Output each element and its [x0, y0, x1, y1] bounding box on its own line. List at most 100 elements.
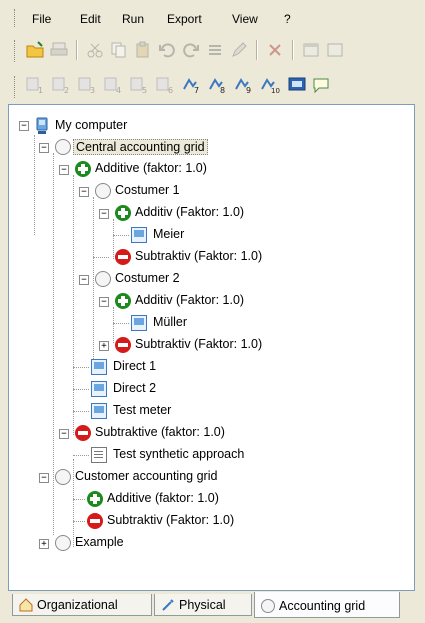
svg-text:5: 5: [142, 86, 147, 94]
tree-line: [113, 307, 114, 343]
meter-type-9-icon[interactable]: 9: [234, 76, 252, 95]
svg-text:7: 7: [194, 86, 199, 94]
meter-type-5-icon[interactable]: 5: [130, 76, 148, 95]
delete-icon[interactable]: [266, 41, 284, 59]
open-folder-icon[interactable]: [26, 41, 44, 59]
tree-node-c2-additiv[interactable]: Additiv (Faktor: 1.0): [135, 293, 244, 307]
meter-type-7-icon[interactable]: 7: [182, 76, 200, 95]
tab-physical-label: Physical: [179, 598, 226, 612]
collapse-toggle[interactable]: −: [19, 121, 29, 131]
tree-line: [34, 135, 35, 235]
undo-icon[interactable]: [158, 41, 176, 59]
comment-icon[interactable]: [312, 76, 330, 94]
tree-node-costumer-1[interactable]: Costumer 1: [115, 183, 180, 197]
tree-node-direct-2[interactable]: Direct 2: [113, 381, 156, 395]
tree-node-example[interactable]: Example: [75, 535, 124, 549]
collapse-toggle[interactable]: −: [59, 165, 69, 175]
tree-node-test-meter[interactable]: Test meter: [113, 403, 171, 417]
grid-circle-icon: [55, 139, 71, 155]
meter-icon: [131, 315, 147, 331]
tree-node-cg-subtraktiv[interactable]: Subtraktiv (Faktor: 1.0): [107, 513, 234, 527]
tree-node-mueller[interactable]: Müller: [153, 315, 187, 329]
align-icon[interactable]: [206, 41, 224, 59]
edit-icon[interactable]: [230, 41, 248, 59]
meter-type-8-icon[interactable]: 8: [208, 76, 226, 95]
tree-node-central-accounting-grid[interactable]: Central accounting grid: [73, 139, 208, 155]
collapse-toggle[interactable]: −: [39, 143, 49, 153]
meter-type-2-icon[interactable]: 2: [52, 76, 70, 95]
tree-node-subtraktive[interactable]: Subtraktive (faktor: 1.0): [95, 425, 225, 439]
svg-text:4: 4: [116, 86, 121, 94]
tree-node-cg-additive[interactable]: Additive (faktor: 1.0): [107, 491, 219, 505]
menu-export[interactable]: Export: [167, 12, 202, 26]
grid-circle-icon: [55, 535, 71, 551]
menu-bar: File Edit Run Export View ?: [0, 0, 425, 32]
tree-line: [73, 389, 89, 390]
menu-edit[interactable]: Edit: [80, 12, 101, 26]
tree-line: [73, 455, 89, 456]
svg-text:3: 3: [90, 86, 95, 94]
tree-line: [93, 197, 94, 365]
menu-grip[interactable]: [14, 9, 18, 27]
meter-icon: [91, 381, 107, 397]
meter-type-6-icon[interactable]: 6: [156, 76, 174, 95]
tree-node-test-synthetic-approach[interactable]: Test synthetic approach: [113, 447, 244, 461]
tree-node-additive[interactable]: Additive (faktor: 1.0): [95, 161, 207, 175]
collapse-toggle[interactable]: −: [39, 473, 49, 483]
tree-node-costumer-2[interactable]: Costumer 2: [115, 271, 180, 285]
tree-node-c1-subtraktiv[interactable]: Subtraktiv (Faktor: 1.0): [135, 249, 262, 263]
window-icon[interactable]: [302, 41, 320, 59]
tree-node-c2-subtraktiv[interactable]: Subtraktiv (Faktor: 1.0): [135, 337, 262, 351]
redo-icon[interactable]: [182, 41, 200, 59]
tab-accounting-grid[interactable]: Accounting grid: [254, 592, 400, 618]
grid-circle-icon: [55, 469, 71, 485]
menu-file[interactable]: File: [32, 12, 51, 26]
tree-node-customer-accounting-grid[interactable]: Customer accounting grid: [75, 469, 217, 483]
tree-node-direct-1[interactable]: Direct 1: [113, 359, 156, 373]
toolbar-grip[interactable]: [14, 40, 18, 62]
subtractive-minus-icon: [115, 249, 131, 265]
collapse-toggle[interactable]: −: [79, 187, 89, 197]
cut-icon[interactable]: [86, 41, 104, 59]
collapse-toggle[interactable]: −: [99, 209, 109, 219]
tree-line: [73, 367, 89, 368]
tab-accounting-grid-label: Accounting grid: [279, 599, 366, 613]
paste-icon[interactable]: [134, 41, 152, 59]
grid-circle-icon: [95, 271, 111, 287]
additive-plus-icon: [115, 293, 131, 309]
tree-line: [73, 175, 74, 435]
subtractive-minus-icon: [115, 337, 131, 353]
svg-text:9: 9: [246, 86, 251, 94]
tree-line: [73, 499, 85, 500]
meter-type-1-icon[interactable]: 1: [26, 76, 44, 95]
meter-icon: [131, 227, 147, 243]
collapse-toggle[interactable]: −: [79, 275, 89, 285]
print-icon[interactable]: [50, 41, 68, 59]
copy-icon[interactable]: [110, 41, 128, 59]
toolbar-grip[interactable]: [14, 76, 18, 98]
meter-type-3-icon[interactable]: 3: [78, 76, 96, 95]
svg-text:2: 2: [64, 86, 69, 94]
meter-type-10-icon[interactable]: 10: [260, 76, 280, 95]
additive-plus-icon: [75, 161, 91, 177]
expand-toggle[interactable]: +: [39, 539, 49, 549]
toolbar-separator: [256, 40, 258, 60]
window-icon-2[interactable]: [326, 41, 344, 59]
display-icon[interactable]: [288, 76, 306, 94]
collapse-toggle[interactable]: −: [99, 297, 109, 307]
meter-type-4-icon[interactable]: 4: [104, 76, 122, 95]
tab-organizational[interactable]: Organizational: [12, 594, 152, 616]
expand-toggle[interactable]: +: [99, 341, 109, 351]
menu-run[interactable]: Run: [122, 12, 144, 26]
tree-node-my-computer[interactable]: My computer: [55, 118, 127, 132]
tree-view[interactable]: − My computer − Central accounting grid …: [8, 104, 415, 591]
meter-icon: [91, 403, 107, 419]
menu-view[interactable]: View: [232, 12, 258, 26]
tree-node-meier[interactable]: Meier: [153, 227, 184, 241]
menu-help[interactable]: ?: [284, 12, 291, 26]
tree-line: [113, 235, 129, 236]
additive-plus-icon: [115, 205, 131, 221]
collapse-toggle[interactable]: −: [59, 429, 69, 439]
tree-node-c1-additiv[interactable]: Additiv (Faktor: 1.0): [135, 205, 244, 219]
tab-physical[interactable]: Physical: [154, 594, 252, 616]
